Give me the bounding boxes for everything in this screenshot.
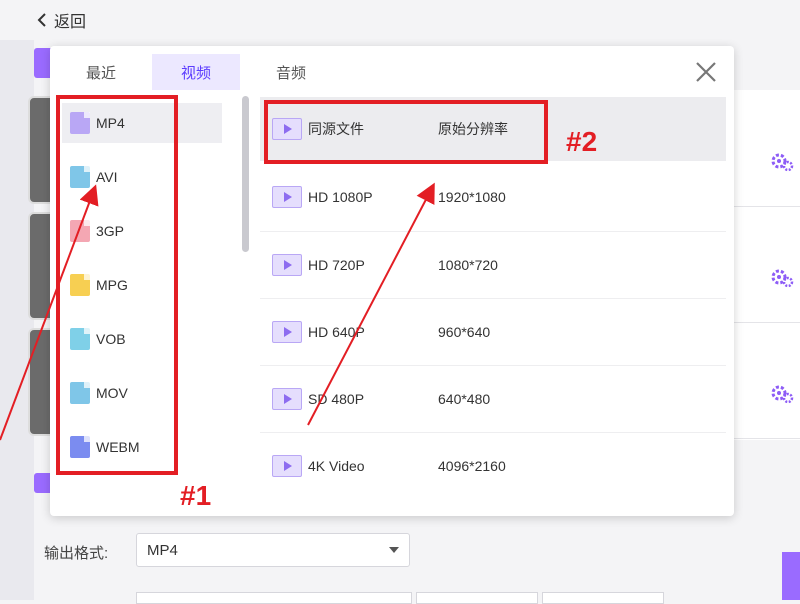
settings-gear-icon[interactable] — [770, 266, 794, 290]
back-button[interactable]: 返回 — [36, 8, 86, 32]
resolution-dims: 960*640 — [438, 324, 491, 340]
video-icon — [272, 455, 302, 477]
divider — [260, 365, 726, 366]
divider — [260, 432, 726, 433]
annotation-box-2 — [264, 100, 548, 164]
back-label: 返回 — [54, 14, 87, 31]
resolution-name: HD 720P — [308, 257, 365, 273]
resolution-item-hd1080p[interactable]: HD 1080P 1920*1080 — [260, 165, 726, 229]
tab-audio[interactable]: 音频 — [256, 54, 326, 90]
resolution-dims: 1920*1080 — [438, 189, 506, 205]
tab-label: 视频 — [180, 64, 211, 82]
video-icon — [272, 321, 302, 343]
output-format-value: MP4 — [147, 541, 178, 559]
divider — [260, 231, 726, 232]
video-icon — [272, 388, 302, 410]
tab-label: 最近 — [85, 64, 116, 82]
caret-down-icon — [389, 547, 399, 553]
resolution-item-sd480p[interactable]: SD 480P 640*480 — [260, 367, 726, 431]
resolution-dims: 640*480 — [438, 391, 491, 407]
divider — [734, 322, 800, 323]
settings-gear-icon[interactable] — [770, 382, 794, 406]
resolution-item-hd640p[interactable]: HD 640P 960*640 — [260, 300, 726, 364]
tab-label: 音频 — [275, 64, 306, 82]
annotation-box-1 — [56, 95, 178, 475]
tab-video[interactable]: 视频 — [152, 54, 240, 90]
output-format-select[interactable]: MP4 — [136, 533, 410, 567]
resolution-dims: 4096*2160 — [438, 458, 506, 474]
scrollbar-thumb[interactable] — [242, 96, 249, 252]
divider — [260, 298, 726, 299]
video-icon — [272, 186, 302, 208]
divider — [734, 438, 800, 439]
output-path-field[interactable] — [136, 592, 412, 604]
resolution-item-4k[interactable]: 4K Video 4096*2160 — [260, 434, 726, 498]
chevron-left-icon — [37, 13, 46, 27]
close-icon[interactable] — [694, 60, 718, 84]
annotation-label-1: #1 — [180, 480, 212, 511]
resolution-item-hd720p[interactable]: HD 720P 1080*720 — [260, 233, 726, 297]
settings-gear-icon[interactable] — [770, 150, 794, 174]
convert-button-edge[interactable] — [782, 552, 800, 600]
resolution-dims: 1080*720 — [438, 257, 498, 273]
tab-recent[interactable]: 最近 — [64, 54, 138, 90]
resolution-name: SD 480P — [308, 391, 365, 407]
annotation-label-2: #2 — [566, 126, 598, 157]
top-bar — [0, 0, 800, 40]
divider — [734, 206, 800, 207]
open-folder-button[interactable] — [542, 592, 664, 604]
video-icon — [272, 254, 302, 276]
resolution-name: 4K Video — [308, 458, 365, 474]
browse-button[interactable] — [416, 592, 538, 604]
resolution-name: HD 1080P — [308, 189, 373, 205]
output-format-label: 输出格式: — [44, 545, 109, 562]
resolution-name: HD 640P — [308, 324, 365, 340]
